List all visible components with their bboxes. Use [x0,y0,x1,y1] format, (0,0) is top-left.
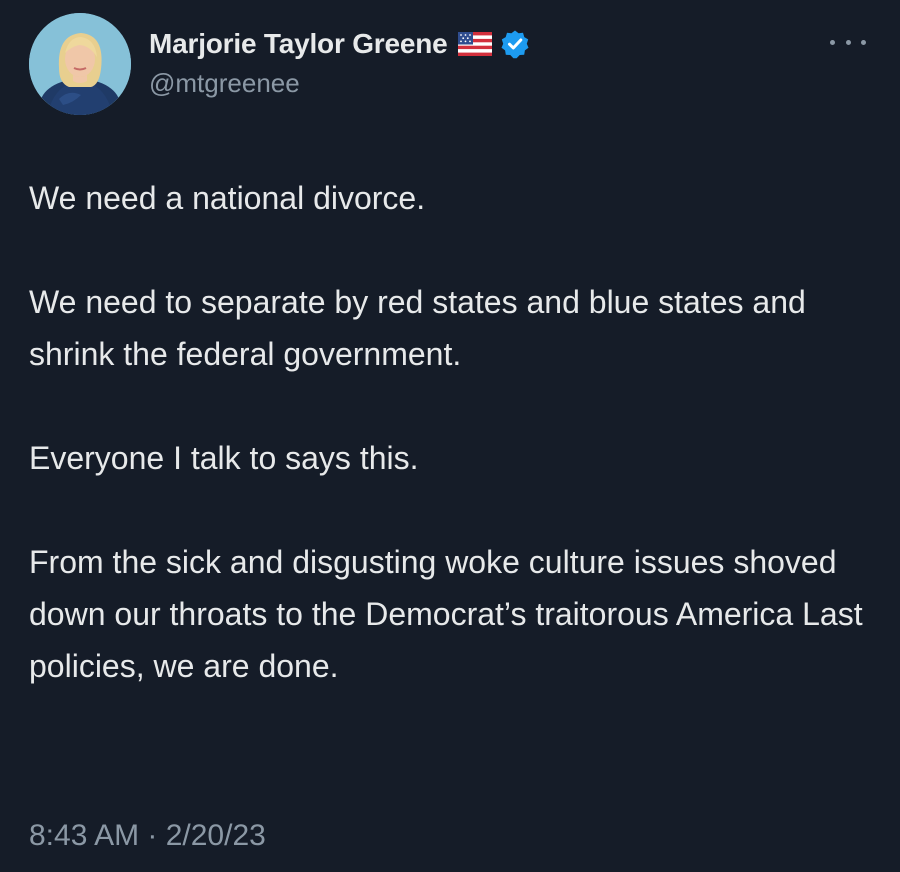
profile-photo [29,13,131,115]
more-options-icon [830,39,835,45]
tweet-paragraph: From the sick and disgusting woke cultur… [29,544,863,684]
avatar[interactable] [29,13,131,115]
more-options-button[interactable] [830,30,866,54]
tweet-text: We need a national divorce. We need to s… [29,172,879,744]
author-handle[interactable]: @mtgreenee [149,68,300,99]
tweet-paragraph: We need a national divorce. [29,180,426,216]
tweet-timestamp[interactable]: 8:43 AM · 2/20/23 [29,819,266,853]
tweet-paragraph: Everyone I talk to says this. [29,440,419,476]
us-flag-icon [457,32,492,56]
more-options-icon-dot [861,39,866,45]
tweet-paragraph: We need to separate by red states and bl… [29,284,806,372]
more-options-icon-dot [845,39,851,45]
author-display-name[interactable]: Marjorie Taylor Greene [149,28,448,60]
tweet-card: Marjorie Taylor Greene @mtgreenee We nee… [0,0,900,872]
author-name-row[interactable]: Marjorie Taylor Greene [149,26,530,62]
verified-badge-icon [501,30,529,59]
